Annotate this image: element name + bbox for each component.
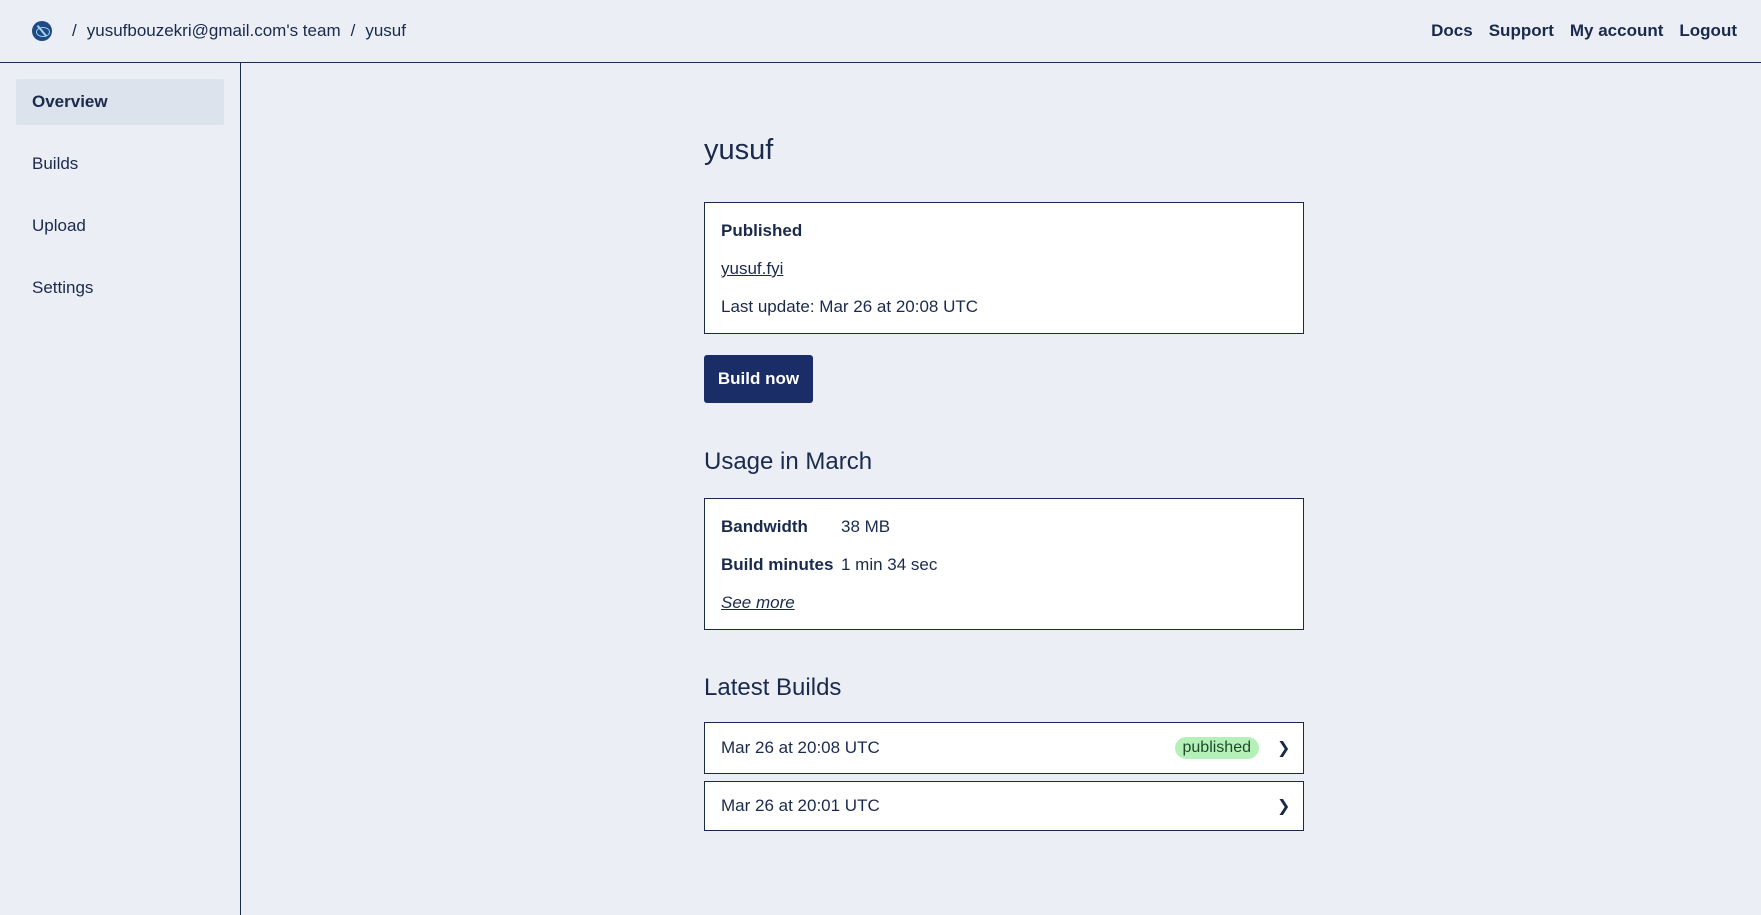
status-badge: published (1174, 737, 1259, 759)
sidebar-item-upload[interactable]: Upload (16, 203, 224, 249)
usage-value: 38 MB (841, 517, 891, 536)
sidebar-item-settings[interactable]: Settings (16, 265, 224, 311)
top-header: / yusufbouzekri@gmail.com's team / yusuf… (0, 0, 1761, 63)
latest-builds-title: Latest Builds (704, 674, 842, 701)
build-row[interactable]: Mar 26 at 20:01 UTC ❯ (704, 781, 1304, 831)
build-date: Mar 26 at 20:01 UTC (721, 796, 880, 815)
sidebar-item-overview[interactable]: Overview (16, 79, 224, 125)
published-card: Published yusuf.fyi Last update: Mar 26 … (704, 202, 1304, 334)
logo-icon[interactable] (32, 21, 52, 41)
usage-title: Usage in March (704, 448, 873, 475)
breadcrumb-separator: / (350, 21, 356, 40)
top-nav: Docs Support My account Logout (1431, 21, 1737, 41)
breadcrumb-site[interactable]: yusuf (365, 21, 406, 41)
sidebar: Overview Builds Upload Settings (0, 63, 241, 915)
docs-link[interactable]: Docs (1431, 21, 1473, 41)
breadcrumb-team[interactable]: yusufbouzekri@gmail.com's team (87, 21, 341, 41)
breadcrumb-separator: / (72, 21, 77, 40)
build-row[interactable]: Mar 26 at 20:08 UTC published ❯ (704, 722, 1304, 774)
sidebar-item-builds[interactable]: Builds (16, 141, 224, 187)
usage-row-bandwidth: Bandwidth 38 MB (721, 516, 1287, 538)
build-now-button[interactable]: Build now (704, 355, 813, 403)
support-link[interactable]: Support (1489, 21, 1554, 41)
usage-key: Bandwidth (721, 517, 808, 536)
last-update-text: Last update: Mar 26 at 20:08 UTC (721, 297, 979, 316)
logout-link[interactable]: Logout (1679, 21, 1737, 41)
chevron-right-icon[interactable]: ❯ (1277, 796, 1290, 816)
published-heading: Published (721, 221, 803, 240)
usage-card: Bandwidth 38 MB Build minutes 1 min 34 s… (704, 498, 1304, 630)
usage-value: 1 min 34 sec (841, 555, 938, 574)
site-url-link[interactable]: yusuf.fyi (721, 259, 783, 278)
my-account-link[interactable]: My account (1570, 21, 1664, 41)
usage-row-build-minutes: Build minutes 1 min 34 sec (721, 554, 1287, 576)
main-content: yusuf Published yusuf.fyi Last update: M… (704, 63, 1304, 831)
chevron-right-icon[interactable]: ❯ (1277, 738, 1290, 758)
build-date: Mar 26 at 20:08 UTC (721, 738, 880, 757)
usage-key: Build minutes (721, 555, 834, 574)
breadcrumb: / yusufbouzekri@gmail.com's team / yusuf (32, 21, 406, 41)
see-more-link[interactable]: See more (721, 593, 795, 612)
page-title: yusuf (704, 134, 774, 166)
